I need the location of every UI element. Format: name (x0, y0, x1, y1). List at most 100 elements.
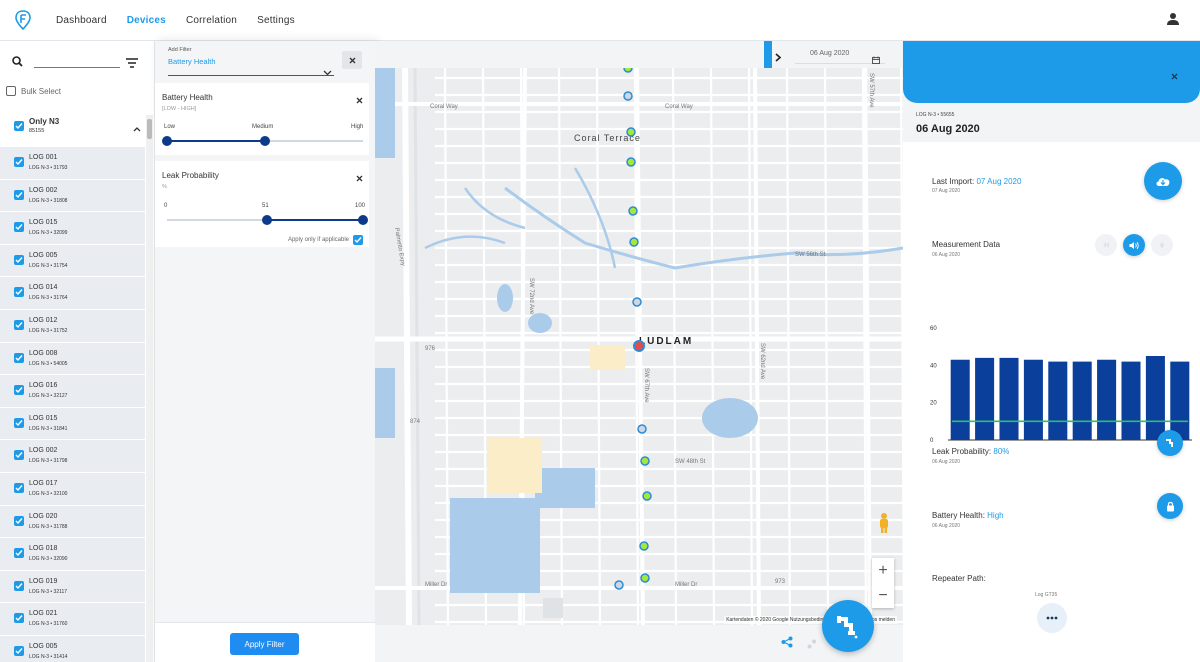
device-checkbox[interactable] (14, 548, 24, 559)
battery-action-button[interactable] (1157, 493, 1183, 519)
device-checkbox[interactable] (14, 613, 24, 624)
device-row[interactable]: LOG 015 LOG N-3 • 32099 (0, 212, 145, 245)
device-marker[interactable] (629, 237, 639, 247)
chart-bar[interactable] (1072, 361, 1092, 440)
device-list-scrollbar[interactable] (146, 115, 153, 662)
chart-bar[interactable] (1097, 359, 1117, 440)
device-group[interactable]: Only N3 85155 (0, 113, 145, 147)
apply-if-applicable-checkbox[interactable] (353, 235, 363, 245)
battery-slider-handle-max[interactable] (260, 136, 270, 146)
apply-filter-button[interactable]: Apply Filter (230, 633, 299, 655)
add-filter-clear-button[interactable] (342, 51, 362, 69)
device-row[interactable]: LOG 005 LOG N-3 • 31414 (0, 635, 145, 662)
device-checkbox[interactable] (14, 254, 24, 265)
device-checkbox[interactable] (14, 189, 24, 200)
battery-slider-handle-min[interactable] (162, 136, 172, 146)
device-row[interactable]: LOG 001 LOG N-3 • 31793 (0, 147, 145, 180)
device-row[interactable]: LOG 015 LOG N-3 • 31841 (0, 407, 145, 441)
device-marker-selected[interactable] (633, 340, 645, 352)
leak-slider-handle-max[interactable] (358, 215, 368, 225)
add-filter-value[interactable]: Battery Health (168, 57, 334, 66)
device-checkbox[interactable] (14, 385, 24, 396)
bulk-select-checkbox[interactable] (6, 86, 16, 96)
device-marker[interactable] (640, 456, 650, 466)
chevron-right-icon[interactable] (775, 49, 782, 67)
app-logo-icon[interactable] (12, 9, 34, 31)
chart-bar[interactable] (999, 357, 1019, 440)
device-row[interactable]: LOG 020 LOG N-3 • 31788 (0, 505, 145, 539)
map-canvas[interactable]: Coral Terrace LUDLAM Coral Way Coral Way… (375, 68, 903, 625)
filter-icon[interactable] (126, 55, 138, 73)
device-row[interactable]: LOG 002 LOG N-3 • 31798 (0, 440, 145, 473)
panel-toggle[interactable] (764, 41, 772, 68)
chevron-down-icon[interactable] (323, 63, 332, 81)
device-row[interactable]: LOG 005 LOG N-3 • 31754 (0, 244, 145, 278)
close-icon[interactable] (356, 91, 363, 109)
device-checkbox[interactable] (14, 515, 24, 526)
device-checkbox[interactable] (14, 645, 24, 656)
user-icon[interactable] (1166, 12, 1182, 28)
nav-dashboard[interactable]: Dashboard (56, 15, 107, 26)
close-icon[interactable] (356, 169, 363, 187)
device-marker[interactable] (628, 206, 638, 216)
device-checkbox[interactable] (14, 222, 24, 233)
device-row[interactable]: LOG 017 LOG N-3 • 32100 (0, 472, 145, 506)
chart-bar[interactable] (1121, 361, 1141, 440)
device-marker[interactable] (632, 297, 642, 307)
device-checkbox[interactable] (14, 417, 24, 428)
chart-bar[interactable] (1145, 356, 1165, 440)
nav-settings[interactable]: Settings (257, 15, 295, 26)
chart-bar[interactable] (1023, 359, 1043, 440)
chart-bar[interactable] (1048, 361, 1068, 440)
street-view-pegman-icon[interactable] (878, 513, 890, 538)
scrollbar-thumb[interactable] (147, 119, 152, 139)
device-marker[interactable] (626, 157, 636, 167)
network-icon[interactable] (807, 636, 817, 654)
device-row[interactable]: LOG 016 LOG N-3 • 32127 (0, 375, 145, 408)
device-checkbox[interactable] (14, 352, 24, 363)
pipe-tool-fab[interactable] (822, 600, 874, 652)
map-view[interactable]: Coral Terrace LUDLAM Coral Way Coral Way… (375, 68, 903, 625)
nav-devices[interactable]: Devices (127, 15, 166, 26)
search-icon[interactable] (12, 54, 23, 72)
device-marker[interactable] (623, 91, 633, 101)
chart-bar[interactable] (975, 357, 995, 440)
device-checkbox[interactable] (14, 450, 24, 461)
device-checkbox[interactable] (14, 482, 24, 493)
measurement-prev-button[interactable] (1095, 234, 1117, 256)
calendar-icon[interactable] (872, 51, 880, 69)
device-row[interactable]: LOG 019 LOG N-3 • 32117 (0, 570, 145, 604)
download-button[interactable] (1144, 162, 1182, 200)
group-checkbox[interactable] (14, 121, 24, 131)
share-icon[interactable] (781, 635, 793, 653)
add-filter-select[interactable]: Add Filter Battery Health (168, 47, 334, 76)
device-checkbox[interactable] (14, 580, 24, 591)
device-marker[interactable] (642, 491, 652, 501)
leak-slider-handle-min[interactable] (261, 215, 272, 225)
search-input[interactable] (34, 67, 120, 68)
device-marker[interactable] (637, 424, 647, 434)
apply-if-applicable[interactable]: Apply only if applicable (288, 235, 363, 245)
repeater-node[interactable] (1037, 603, 1067, 633)
chart-bar[interactable] (950, 359, 970, 440)
chart-bar[interactable] (1170, 361, 1190, 440)
bulk-select[interactable]: Bulk Select (6, 86, 61, 96)
device-checkbox[interactable] (14, 319, 24, 330)
device-marker[interactable] (626, 127, 636, 137)
device-row[interactable]: LOG 021 LOG N-3 • 31760 (0, 603, 145, 636)
close-icon[interactable] (1171, 67, 1178, 85)
zoom-out-button[interactable]: − (872, 583, 894, 608)
nav-correlation[interactable]: Correlation (186, 15, 237, 26)
measurement-next-button[interactable] (1151, 234, 1173, 256)
device-marker[interactable] (639, 541, 649, 551)
measurement-play-button[interactable] (1123, 234, 1145, 256)
device-row[interactable]: LOG 008 LOG N-3 • 54005 (0, 342, 145, 376)
device-marker[interactable] (623, 68, 633, 73)
device-checkbox[interactable] (14, 287, 24, 298)
device-marker[interactable] (614, 580, 624, 590)
device-row[interactable]: LOG 014 LOG N-3 • 31764 (0, 277, 145, 310)
chevron-up-icon[interactable] (133, 119, 141, 137)
zoom-in-button[interactable]: + (872, 558, 894, 583)
device-row[interactable]: LOG 002 LOG N-3 • 31808 (0, 179, 145, 213)
leak-action-button[interactable] (1157, 430, 1183, 456)
